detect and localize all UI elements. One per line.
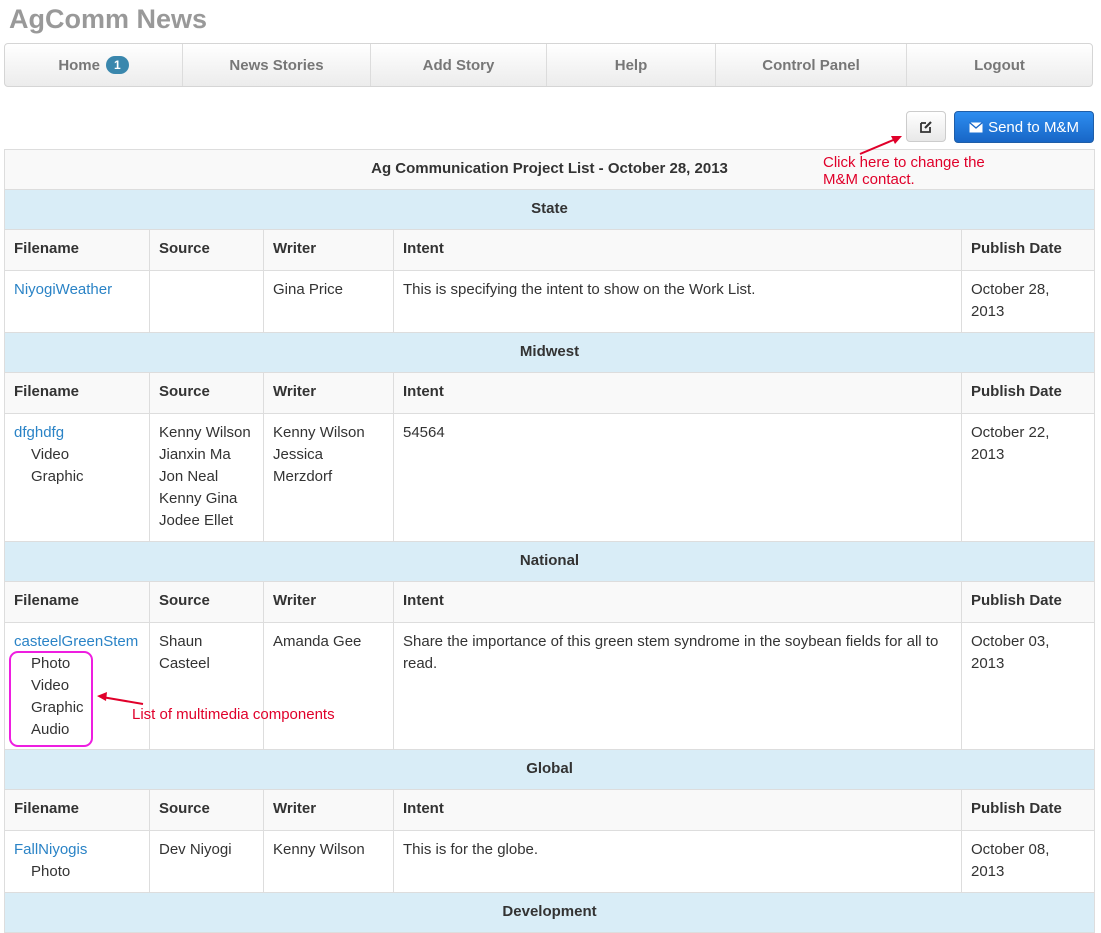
components-highlight [9, 651, 93, 747]
contact-annotation-arrow [97, 136, 902, 705]
components-annotation: List of multimedia components [132, 706, 335, 723]
